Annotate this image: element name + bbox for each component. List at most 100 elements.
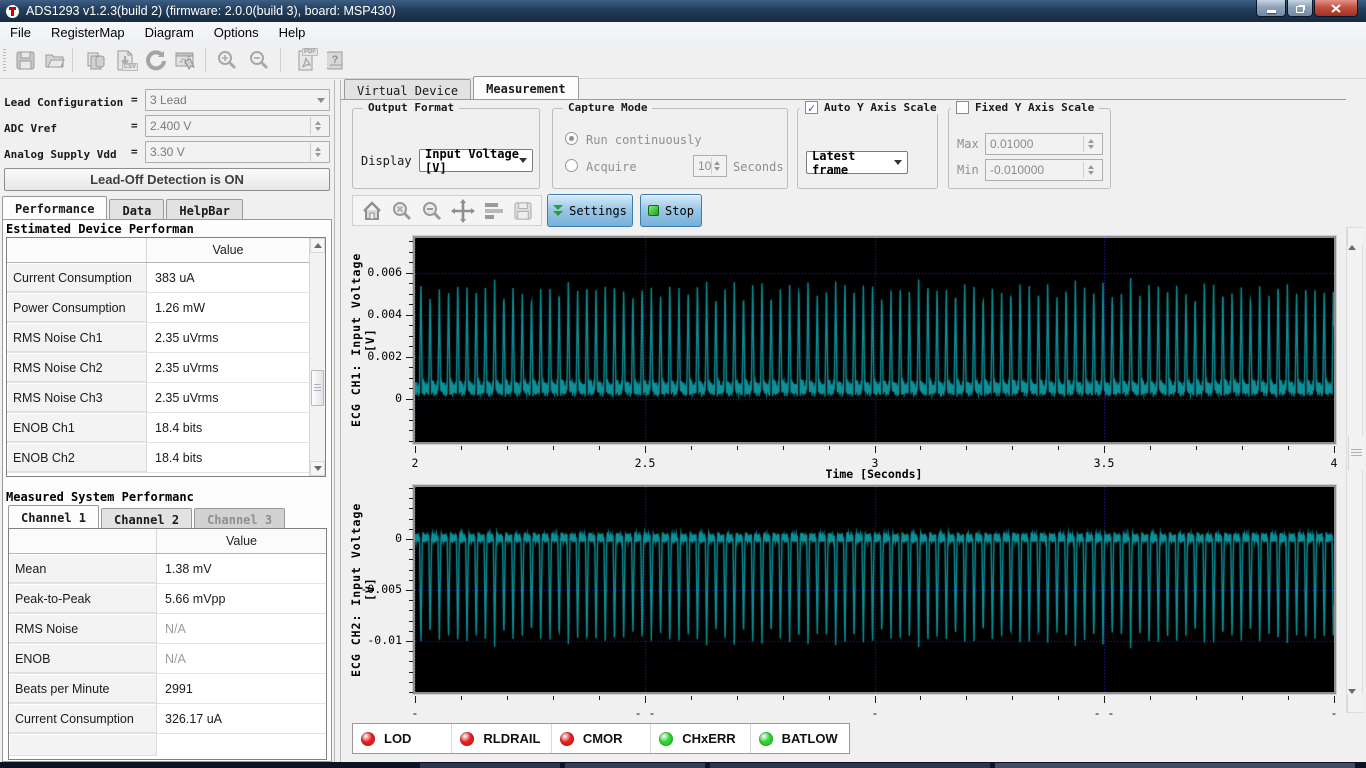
zoom-in-icon[interactable] [214, 47, 240, 73]
csv-badge: CSV [121, 63, 138, 71]
menu-file[interactable]: File [0, 23, 41, 42]
y-minor-tick [409, 367, 413, 368]
table-row: Mean 1.38 mV [9, 554, 326, 584]
export-pdf-icon[interactable]: PDF [292, 47, 318, 73]
ecg-ch1-plot[interactable] [415, 238, 1334, 442]
measured-table: Value Mean 1.38 mV Peak-to-Peak 5.66 mVpp … [8, 528, 327, 760]
y-minor-tick [409, 262, 413, 263]
status-indicator-bar: LOD RLDRAIL CMOR CHxERR BATLOW [352, 723, 850, 754]
main-scrollbar[interactable] [1346, 227, 1364, 713]
save-figure-icon[interactable] [513, 201, 533, 221]
spinner-buttons[interactable] [310, 117, 325, 135]
x-minor-tick [1058, 696, 1059, 700]
menu-options[interactable]: Options [204, 23, 269, 42]
x-minor-tick [737, 446, 738, 450]
tab-virtual-device[interactable]: Virtual Device [344, 79, 472, 99]
analog-vdd-spinner[interactable]: 3.30 V [145, 141, 330, 163]
save-icon[interactable] [12, 47, 38, 73]
y-minor-tick [409, 399, 413, 400]
home-icon[interactable] [361, 200, 383, 222]
acquire-seconds-spinner[interactable]: 10 [693, 155, 727, 177]
frame-mode-dropdown[interactable]: Latest frame [806, 149, 908, 177]
left-panel: Lead Configuration = 3 Lead ADC Vref = 2… [0, 80, 334, 762]
title-bar[interactable]: ADS1293 v1.2.3(build 2) (firmware: 2.0.0… [0, 0, 1366, 22]
scroll-up-button[interactable] [1347, 228, 1363, 250]
leadoff-detection-button[interactable]: Lead-Off Detection is ON [4, 168, 330, 191]
tab-channel-3[interactable]: Channel 3 [194, 508, 286, 528]
export-chart-icon[interactable] [172, 47, 198, 73]
triangle-down-icon [1348, 689, 1356, 711]
tab-performance[interactable]: Performance [2, 196, 108, 219]
estimated-table-scrollbar[interactable] [309, 238, 325, 476]
table-header: Value [7, 238, 325, 263]
menu-diagram[interactable]: Diagram [135, 23, 204, 42]
x-minor-tick [783, 696, 784, 700]
tab-measurement[interactable]: Measurement [473, 76, 579, 99]
restore-button[interactable] [1287, 0, 1313, 17]
subplot-config-icon[interactable] [483, 201, 505, 221]
table-header: Value [9, 529, 326, 554]
tab-data[interactable]: Data [109, 199, 165, 219]
settings-button-label: Settings [569, 203, 627, 218]
help-icon[interactable]: ? [322, 47, 348, 73]
x-minor-tick [1196, 696, 1197, 700]
y-tick-label: 0.006 [367, 265, 402, 279]
scroll-thumb[interactable] [1348, 436, 1364, 470]
output-format-group: Output Format Display Input Voltage [V] [352, 101, 540, 189]
auto-y-checkbox[interactable]: ✓ [805, 101, 818, 115]
scroll-down-button[interactable] [310, 461, 325, 476]
menu-registermap[interactable]: RegisterMap [41, 23, 135, 42]
pan-icon[interactable] [451, 198, 475, 223]
stop-button[interactable]: Stop [640, 194, 702, 227]
tab-channel-1[interactable]: Channel 1 [8, 505, 100, 528]
close-button[interactable] [1314, 0, 1358, 17]
tab-channel-2[interactable]: Channel 2 [101, 508, 193, 528]
ecg-ch2-plot[interactable] [415, 487, 1334, 692]
x-minor-tick [415, 696, 416, 700]
spinner-buttons[interactable] [1083, 162, 1098, 178]
x-minor-tick [966, 446, 967, 450]
y-minor-tick [409, 283, 413, 284]
scroll-thumb[interactable] [311, 370, 324, 406]
zoom-out-icon[interactable] [246, 47, 272, 73]
zoom-out-icon[interactable] [421, 200, 443, 222]
table-row: RMS Noise Ch2 2.35 uVrms [7, 353, 325, 383]
open-folder-icon[interactable] [42, 47, 68, 73]
refresh-icon[interactable] [142, 47, 168, 73]
table-row: ENOB N/A [9, 644, 326, 674]
acquire-radio[interactable] [565, 159, 578, 172]
lead-config-dropdown[interactable]: 3 Lead [145, 89, 330, 111]
panel-splitter[interactable] [334, 80, 341, 768]
run-continuously-radio[interactable] [565, 132, 578, 145]
x-minor-tick [1334, 696, 1335, 700]
y-minor-tick [409, 430, 413, 431]
zoom-cancel-icon[interactable] [391, 200, 413, 222]
y-minor-tick [409, 273, 413, 274]
scroll-up-button[interactable] [310, 238, 325, 253]
value-header: Value [157, 529, 326, 553]
spinner-buttons[interactable] [310, 143, 325, 161]
export-csv-icon[interactable]: CSV [112, 47, 138, 73]
spinner-buttons[interactable] [711, 158, 722, 174]
tab-helpbar[interactable]: HelpBar [166, 199, 243, 219]
y-minor-tick [409, 661, 413, 662]
menu-help[interactable]: Help [269, 23, 316, 42]
x-tick-label: 3 [871, 456, 879, 470]
x-tick-label: - [411, 706, 419, 720]
minimize-button[interactable] [1256, 0, 1286, 17]
y-minor-tick [409, 590, 413, 591]
fixed-y-checkbox[interactable] [956, 101, 969, 114]
settings-button[interactable]: Settings [547, 194, 633, 227]
min-spinner[interactable]: -0.010000 [985, 159, 1103, 181]
lead-config-value: 3 Lead [150, 93, 187, 107]
y-minor-tick [409, 498, 413, 499]
y-minor-tick [409, 692, 413, 693]
x-minor-tick [599, 446, 600, 450]
scroll-down-button[interactable] [1347, 689, 1363, 712]
spinner-buttons[interactable] [1083, 136, 1098, 152]
display-dropdown[interactable]: Input Voltage [V] [419, 147, 533, 175]
adc-vref-spinner[interactable]: 2.400 V [145, 115, 330, 137]
max-spinner[interactable]: 0.01000 [985, 133, 1103, 155]
x-minor-tick [461, 446, 462, 450]
copy-registers-icon[interactable] [82, 47, 108, 73]
